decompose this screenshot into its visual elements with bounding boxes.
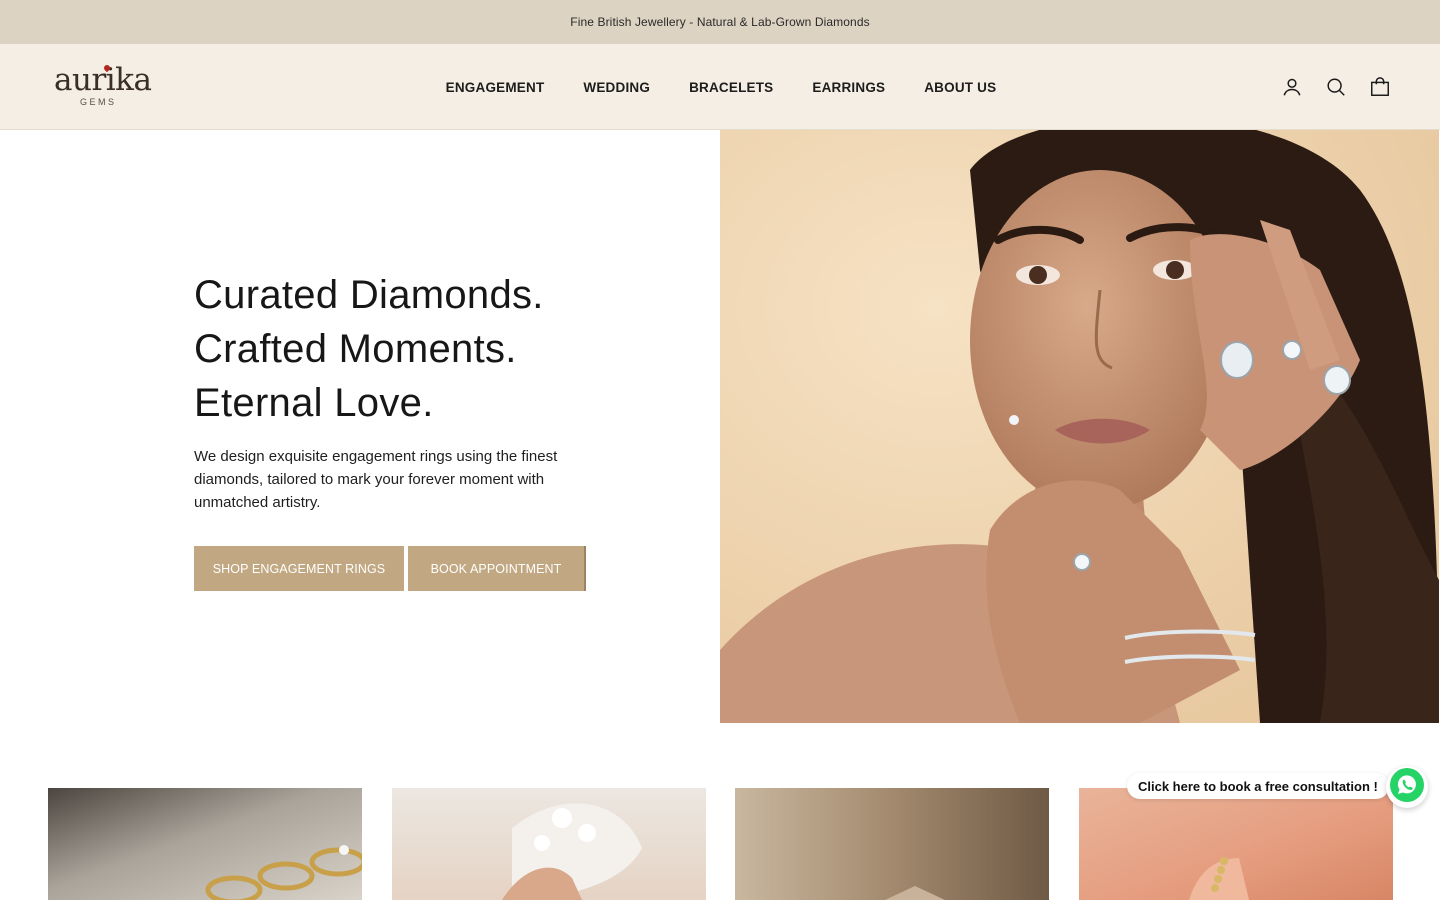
nav-about-us[interactable]: ABOUT US [924, 80, 996, 95]
account-icon[interactable] [1280, 75, 1304, 99]
hero-title-line-3: Eternal Love. [194, 381, 434, 425]
bracelets-photo [1189, 857, 1249, 900]
hero-text-panel: Curated Diamonds. Crafted Moments. Etern… [0, 130, 720, 723]
shop-engagement-rings-button[interactable]: SHOP ENGAGEMENT RINGS [194, 546, 404, 591]
nav-bracelets[interactable]: BRACELETS [689, 80, 773, 95]
main-nav: ENGAGEMENT WEDDING BRACELETS EARRINGS AB… [0, 44, 1440, 130]
hero-title: Curated Diamonds. Crafted Moments. Etern… [194, 268, 694, 430]
cart-icon[interactable] [1368, 75, 1392, 99]
site-header: aurika GEMS ENGAGEMENT WEDDING BRACELETS… [0, 44, 1440, 130]
announcement-text: Fine British Jewellery - Natural & Lab-G… [570, 15, 870, 29]
brand-logo[interactable]: aurika GEMS [54, 62, 152, 112]
category-card-wedding[interactable] [392, 788, 706, 900]
wedding-photo [502, 803, 642, 900]
whatsapp-consultation-bubble[interactable]: Click here to book a free consultation ! [1127, 773, 1389, 799]
hero-description: We design exquisite engagement rings usi… [194, 448, 558, 511]
header-icons [1280, 75, 1392, 99]
nav-wedding[interactable]: WEDDING [583, 80, 650, 95]
hero-title-line-1: Curated Diamonds. [194, 273, 544, 317]
category-card-earrings[interactable] [735, 788, 1049, 900]
hero-title-line-2: Crafted Moments. [194, 327, 517, 371]
category-card-rings[interactable] [48, 788, 362, 900]
category-card-bracelets[interactable] [1079, 788, 1393, 900]
hero-photo-illustration [720, 130, 1439, 723]
nav-engagement[interactable]: ENGAGEMENT [446, 80, 545, 95]
category-cards [0, 788, 1440, 900]
search-icon[interactable] [1324, 75, 1348, 99]
earrings-photo [885, 886, 945, 900]
book-appointment-button[interactable]: BOOK APPOINTMENT [408, 546, 586, 591]
logo-subtitle: GEMS [80, 97, 117, 107]
rings-photo [205, 845, 362, 900]
whatsapp-icon [1388, 766, 1426, 809]
hero-image [720, 130, 1439, 723]
announcement-bar: Fine British Jewellery - Natural & Lab-G… [0, 0, 1440, 44]
nav-earrings[interactable]: EARRINGS [812, 80, 885, 95]
whatsapp-button[interactable] [1386, 766, 1428, 808]
